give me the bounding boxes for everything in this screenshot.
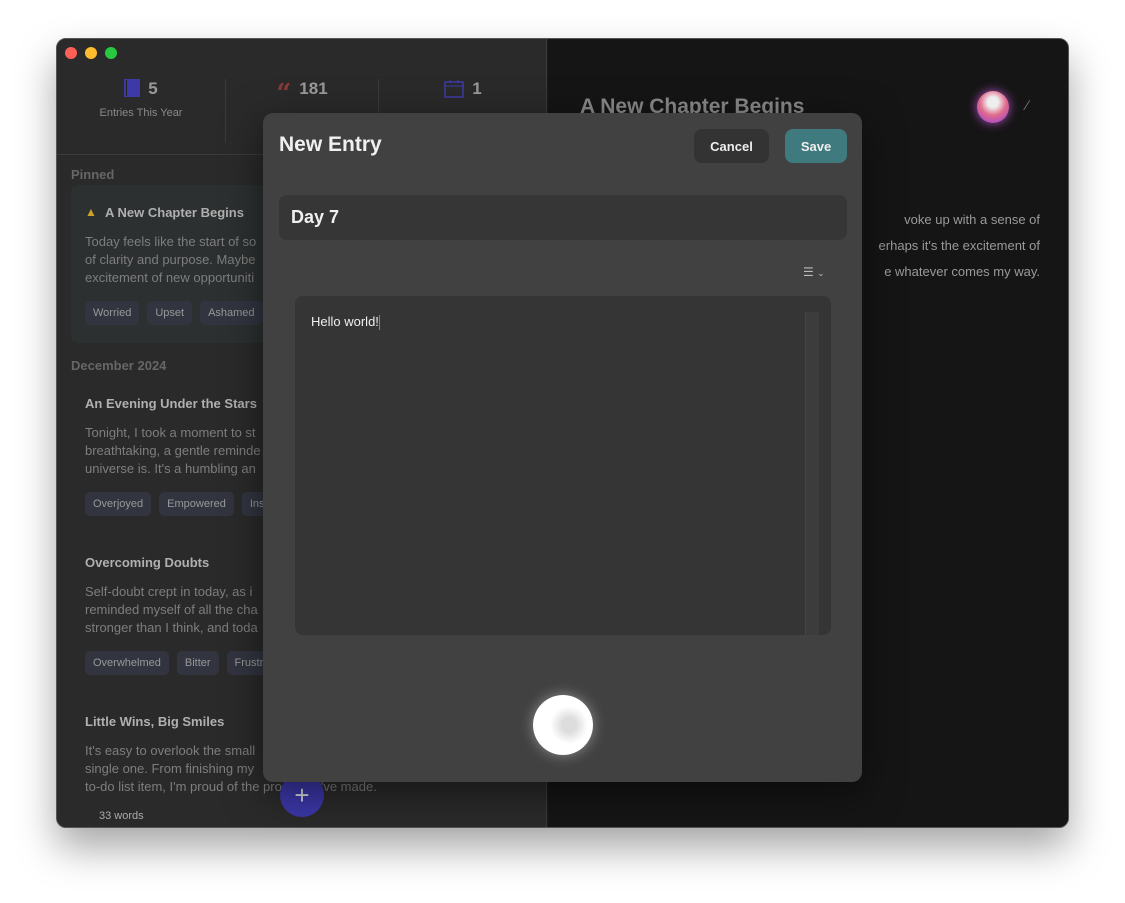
- entry-title[interactable]: An Evening Under the Stars: [85, 396, 257, 411]
- modal-title: New Entry: [279, 133, 382, 156]
- mood-orb-icon[interactable]: [977, 91, 1009, 123]
- new-entry-modal: New Entry Cancel Save ☰ ⌄ Hello world!: [263, 113, 862, 782]
- edit-pencil-icon[interactable]: ∕: [1026, 97, 1028, 113]
- tag: Bitter: [176, 651, 219, 675]
- plus-icon: +: [294, 779, 310, 810]
- stat-value: 181: [299, 79, 328, 98]
- list-icon: ☰: [803, 265, 814, 279]
- tag: Overwhelmed: [85, 651, 169, 675]
- tag: Worried: [85, 301, 140, 325]
- tag: Empowered: [159, 492, 234, 516]
- tag: Upset: [147, 301, 193, 325]
- editor-scrollbar[interactable]: [805, 312, 819, 635]
- entry-title[interactable]: Little Wins, Big Smiles: [85, 714, 224, 729]
- tag: Ashamed: [200, 301, 263, 325]
- close-button[interactable]: [65, 47, 77, 59]
- zoom-button[interactable]: [105, 47, 117, 59]
- text-caret: [378, 315, 380, 331]
- stat-label: Entries This Year: [99, 107, 183, 119]
- word-count: 33 words: [99, 810, 144, 822]
- tag-list: Overwhelmed Bitter Frustra: [85, 651, 278, 675]
- section-pinned: Pinned: [71, 167, 115, 182]
- window-controls: [65, 47, 117, 59]
- entry-title-input[interactable]: [279, 195, 847, 240]
- save-button[interactable]: Save: [785, 129, 847, 163]
- calendar-icon: [444, 80, 465, 98]
- format-list-dropdown[interactable]: ☰ ⌄: [803, 265, 825, 279]
- voice-orb-button[interactable]: [533, 695, 593, 755]
- tag: Overjoyed: [85, 492, 152, 516]
- pin-icon: ▲: [85, 205, 97, 219]
- cancel-button[interactable]: Cancel: [694, 129, 769, 163]
- chevron-down-icon: ⌄: [817, 268, 825, 278]
- section-month: December 2024: [71, 358, 167, 373]
- stat-value: 5: [148, 79, 158, 98]
- entry-title[interactable]: Overcoming Doubts: [85, 555, 209, 570]
- entry-content-editor[interactable]: Hello world!: [295, 296, 831, 635]
- quote-icon: “: [276, 79, 292, 109]
- stat-value: 1: [472, 79, 482, 98]
- book-icon: [124, 79, 141, 97]
- editor-text: Hello world!: [311, 314, 379, 329]
- minimize-button[interactable]: [85, 47, 97, 59]
- tag-list: Overjoyed Empowered Insp: [85, 492, 279, 516]
- entry-title: A New Chapter Begins: [105, 205, 244, 220]
- stat-entries: 5 Entries This Year: [57, 79, 225, 139]
- tag-list: Worried Upset Ashamed: [85, 301, 263, 325]
